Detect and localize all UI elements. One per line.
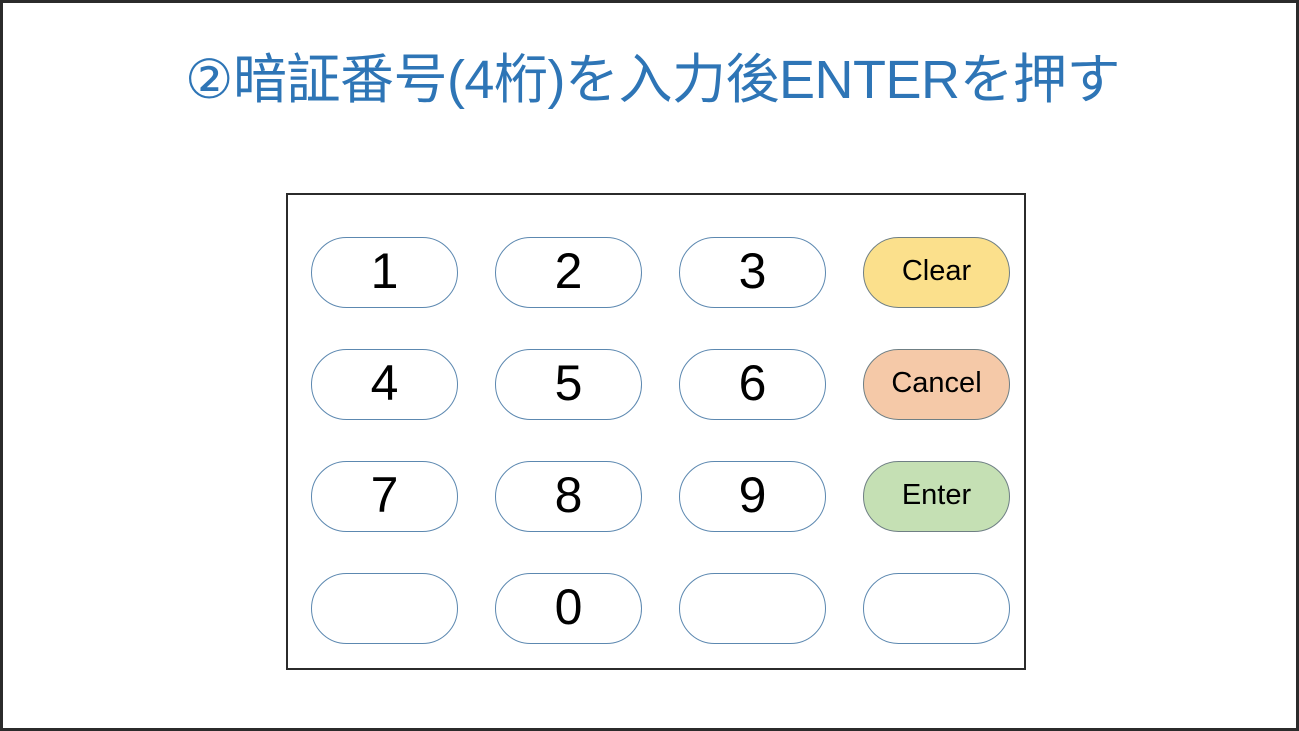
key-0[interactable]: 0	[495, 573, 642, 644]
keypad-grid: 1 2 3 Clear 4 5 6 Cancel 7 8 9 Enter 0	[311, 237, 1011, 644]
key-label: 9	[738, 466, 767, 523]
key-4[interactable]: 4	[311, 349, 458, 420]
key-clear[interactable]: Clear	[863, 237, 1010, 308]
key-1[interactable]: 1	[311, 237, 458, 308]
key-7[interactable]: 7	[311, 461, 458, 532]
key-blank-2[interactable]	[679, 573, 826, 644]
key-label: 5	[554, 354, 583, 411]
key-2[interactable]: 2	[495, 237, 642, 308]
page-title: ②暗証番号(4桁)を入力後ENTERを押す	[185, 50, 1120, 110]
slide-canvas: ②暗証番号(4桁)を入力後ENTERを押す 1 2 3 Clear 4 5 6 …	[0, 0, 1299, 731]
key-3[interactable]: 3	[679, 237, 826, 308]
key-6[interactable]: 6	[679, 349, 826, 420]
key-8[interactable]: 8	[495, 461, 642, 532]
key-label: 4	[370, 354, 399, 411]
key-blank-1[interactable]	[311, 573, 458, 644]
key-label: 8	[554, 466, 583, 523]
key-label: Clear	[901, 255, 972, 287]
key-label: Enter	[901, 479, 972, 511]
key-5[interactable]: 5	[495, 349, 642, 420]
key-label: Cancel	[891, 367, 982, 399]
key-cancel[interactable]: Cancel	[863, 349, 1010, 420]
key-blank-3[interactable]	[863, 573, 1010, 644]
key-enter[interactable]: Enter	[863, 461, 1010, 532]
key-9[interactable]: 9	[679, 461, 826, 532]
key-label: 1	[370, 242, 399, 299]
key-label: 3	[738, 242, 767, 299]
key-label: 7	[370, 466, 399, 523]
key-label: 2	[554, 242, 583, 299]
key-label: 0	[554, 578, 583, 635]
keypad-panel: 1 2 3 Clear 4 5 6 Cancel 7 8 9 Enter 0	[286, 193, 1026, 670]
key-label: 6	[738, 354, 767, 411]
